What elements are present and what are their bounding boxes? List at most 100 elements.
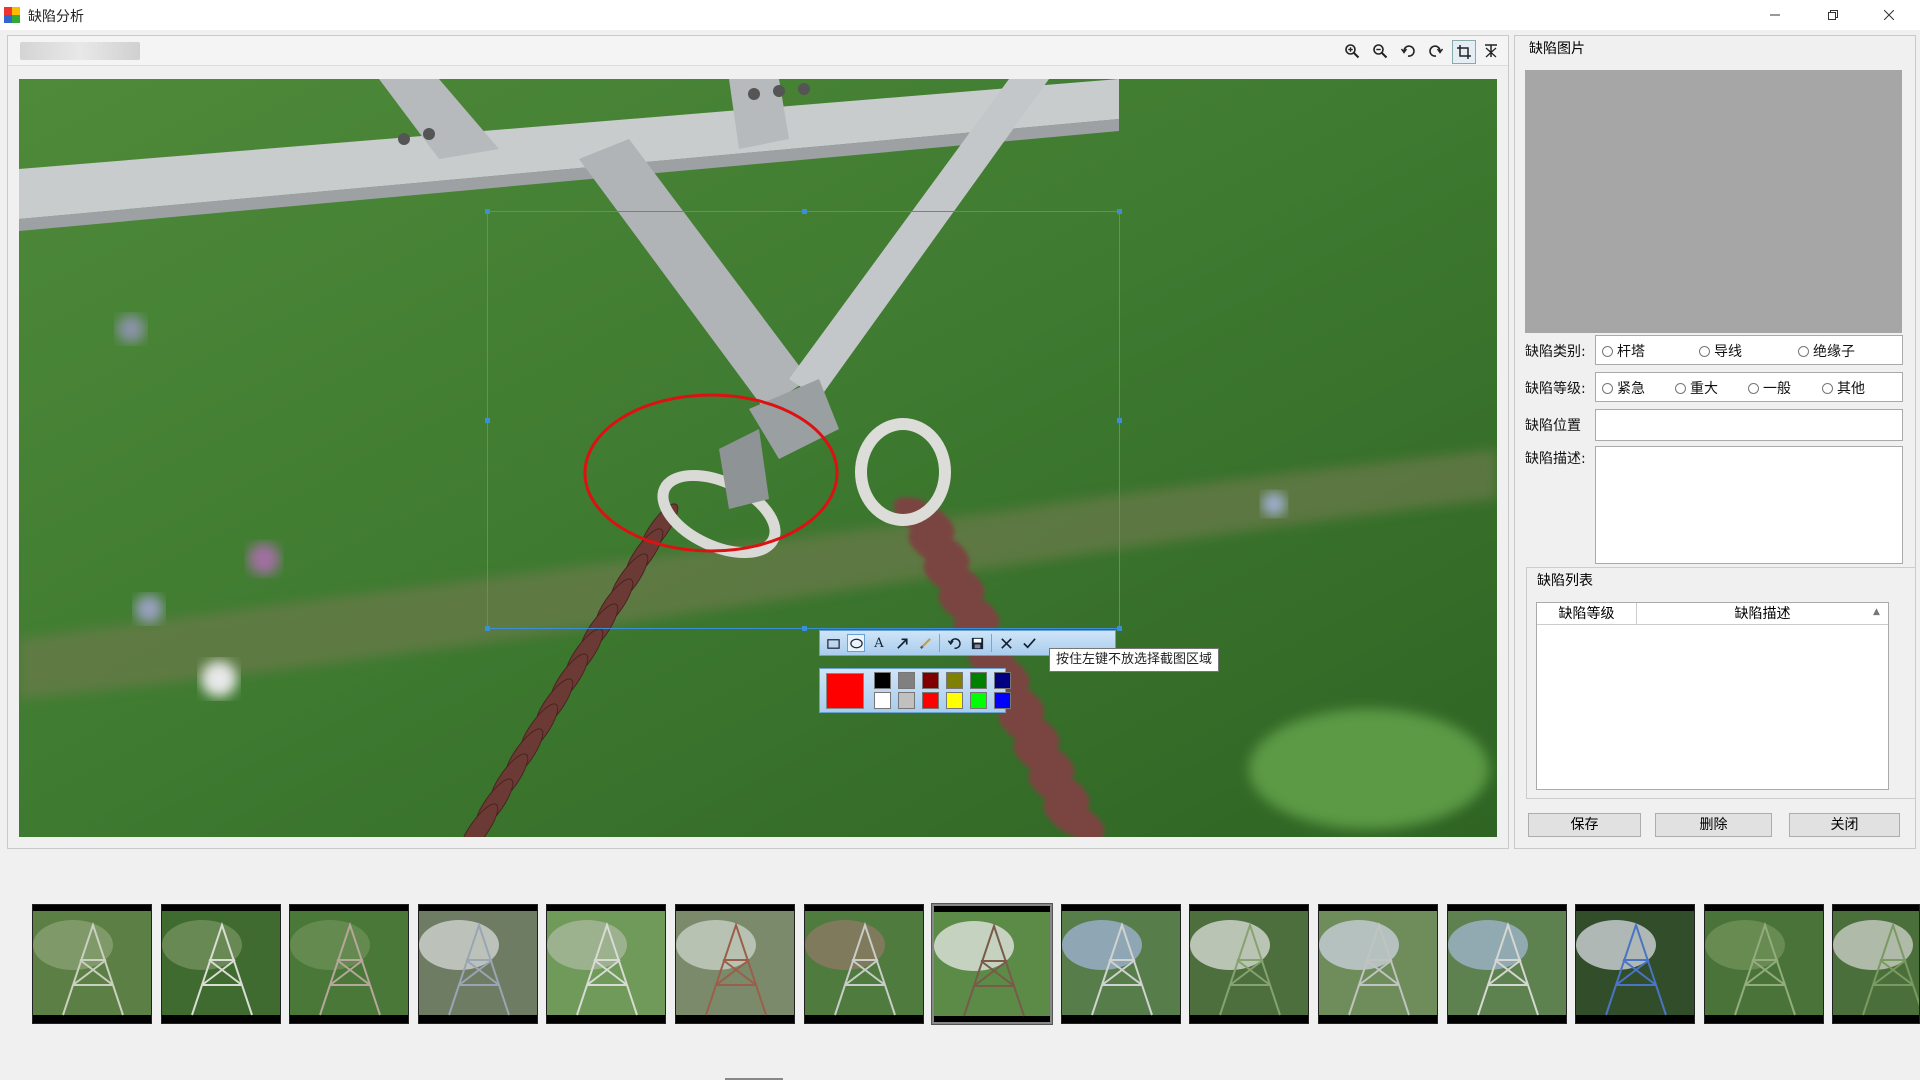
radio-button-icon [1602,382,1613,394]
selection-handle[interactable] [802,626,807,631]
thumbnail-image[interactable] [32,904,152,1024]
thumbnail-image[interactable] [418,904,538,1024]
color-swatch[interactable] [946,692,963,709]
close-icon[interactable] [1866,0,1912,30]
radio-button-icon [1822,382,1833,394]
color-swatch[interactable] [970,672,987,689]
thumbnail-image[interactable] [1832,904,1920,1024]
thumbnail-image[interactable] [804,904,924,1024]
thumbnail-image[interactable] [1575,904,1695,1024]
current-color-swatch[interactable] [826,673,864,709]
defect-position-input[interactable] [1595,409,1903,441]
arrow-icon[interactable] [893,634,911,652]
selection-handle[interactable] [1117,418,1122,423]
cancel-icon[interactable] [997,634,1015,652]
delete-button[interactable]: 删除 [1655,813,1772,837]
radio-label: 一般 [1763,381,1791,397]
thumbnail-image[interactable] [1318,904,1438,1024]
color-swatch[interactable] [922,672,939,689]
radio-category-insulator[interactable]: 绝缘子 [1798,341,1855,361]
defect-list-title: 缺陷列表 [1537,573,1593,589]
save-button[interactable]: 保存 [1528,813,1641,837]
color-palette-panel [819,668,1011,713]
close-button[interactable]: 关闭 [1789,813,1900,837]
defect-category-label: 缺陷类别: [1525,344,1586,360]
radio-label: 紧急 [1617,381,1645,397]
radio-level-major[interactable]: 重大 [1675,378,1718,398]
clear-icon[interactable] [1480,40,1502,62]
defect-info-panel: 缺陷图片 缺陷类别: 杆塔 导线 绝缘子 缺陷等级: 紧急 重大 一般 其他 缺… [1514,35,1916,849]
selection-handle[interactable] [485,209,490,214]
defect-list-group: 缺陷列表 缺陷等级 缺陷描述 ▲ [1526,567,1916,799]
defect-description-label: 缺陷描述: [1525,451,1586,467]
radio-level-other[interactable]: 其他 [1822,378,1865,398]
color-swatch[interactable] [994,692,1011,709]
defect-description-input[interactable] [1595,446,1903,564]
rectangle-icon[interactable] [824,634,842,652]
rotate-left-icon[interactable] [1397,40,1419,62]
zoom-in-icon[interactable] [1341,40,1363,62]
thumbnail-image[interactable] [289,904,409,1024]
undo-icon[interactable] [945,634,963,652]
blurred-filename [20,42,140,60]
ellipse-icon[interactable] [847,634,865,652]
defect-level-label: 缺陷等级: [1525,381,1586,397]
color-swatch[interactable] [970,692,987,709]
confirm-icon[interactable] [1020,634,1038,652]
tooltip: 按住左键不放选择截图区域 [1049,648,1220,672]
zoom-out-icon[interactable] [1369,40,1391,62]
selection-handle[interactable] [1117,209,1122,214]
thumbnail-image[interactable] [1447,904,1567,1024]
column-header-description[interactable]: 缺陷描述 [1637,603,1888,625]
crop-icon[interactable] [1452,40,1476,64]
color-swatch[interactable] [922,692,939,709]
color-swatch[interactable] [898,672,915,689]
defect-list-table[interactable]: 缺陷等级 缺陷描述 ▲ [1536,602,1889,790]
color-swatch[interactable] [946,672,963,689]
rotate-right-icon[interactable] [1425,40,1447,62]
radio-label: 绝缘子 [1813,344,1855,360]
thumbnail-image[interactable] [675,904,795,1024]
radio-label: 其他 [1837,381,1865,397]
radio-button-icon [1748,382,1759,394]
radio-level-urgent[interactable]: 紧急 [1602,378,1645,398]
defect-position-label: 缺陷位置 [1525,418,1581,434]
toolbar-separator [991,634,992,652]
minimize-icon[interactable] [1752,0,1798,30]
thumbnail-image[interactable] [931,903,1053,1025]
radio-category-tower[interactable]: 杆塔 [1602,341,1645,361]
viewer-toolbar [8,36,1508,66]
color-swatch[interactable] [874,672,891,689]
thumbnail-image[interactable] [161,904,281,1024]
title-bar: 缺陷分析 [0,0,1920,30]
app-logo-icon [4,7,20,23]
toolbar-separator [939,634,940,652]
radio-button-icon [1602,345,1613,357]
restore-icon[interactable] [1810,0,1856,30]
thumbnail-image[interactable] [546,904,666,1024]
radio-button-icon [1675,382,1686,394]
selection-handle[interactable] [1117,626,1122,631]
window-title: 缺陷分析 [28,9,84,25]
radio-button-icon [1699,345,1710,357]
thumbnail-image[interactable] [1061,904,1181,1024]
selection-handle[interactable] [802,209,807,214]
color-swatch[interactable] [874,692,891,709]
text-icon[interactable]: A [870,634,888,652]
column-header-level[interactable]: 缺陷等级 [1537,603,1637,625]
selection-handle[interactable] [485,626,490,631]
brush-icon[interactable] [916,634,934,652]
radio-category-wire[interactable]: 导线 [1699,341,1742,361]
color-swatch[interactable] [994,672,1011,689]
radio-button-icon [1798,345,1809,357]
thumbnail-image[interactable] [1189,904,1309,1024]
crop-selection-box[interactable] [485,209,1122,631]
color-swatch[interactable] [898,692,915,709]
save-icon[interactable] [968,634,986,652]
radio-level-normal[interactable]: 一般 [1748,378,1791,398]
radio-label: 导线 [1714,344,1742,360]
thumbnail-image[interactable] [1704,904,1824,1024]
selection-handle[interactable] [485,418,490,423]
sort-arrow-icon: ▲ [1873,607,1880,617]
radio-label: 杆塔 [1617,344,1645,360]
